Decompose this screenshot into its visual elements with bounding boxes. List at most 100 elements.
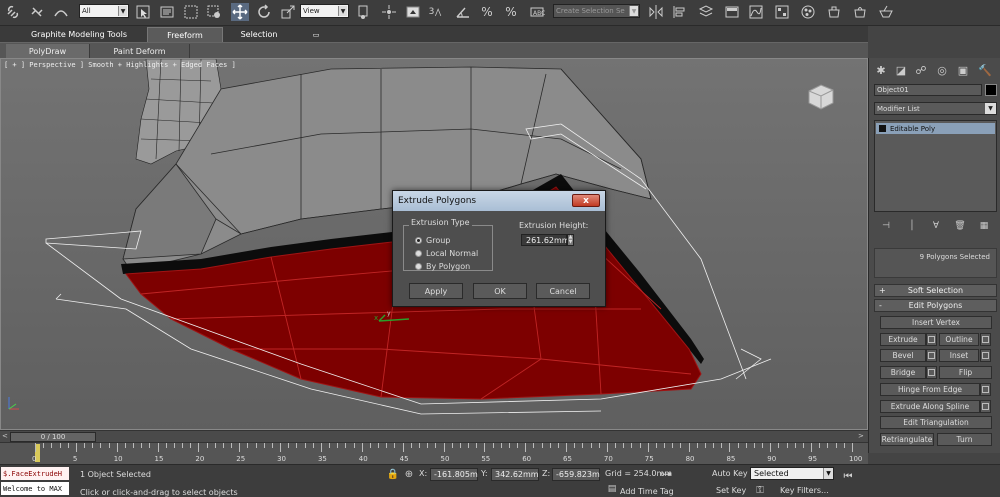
graphite-toggle-icon[interactable] — [723, 3, 741, 21]
unlink-icon[interactable] — [28, 3, 46, 21]
retriangulate-button[interactable]: Retriangulate — [880, 433, 934, 446]
inset-settings-icon[interactable] — [980, 349, 991, 362]
move-icon[interactable] — [231, 3, 249, 21]
select-object-icon[interactable] — [134, 3, 152, 21]
display-tab-icon[interactable]: ▣ — [955, 62, 971, 78]
extrude-settings-icon[interactable] — [926, 333, 937, 346]
bind-spacewarp-icon[interactable] — [52, 3, 70, 21]
absolute-mode-icon[interactable]: ⊕ — [402, 467, 416, 481]
link-icon[interactable] — [4, 3, 22, 21]
create-tab-icon[interactable]: ✱ — [873, 62, 889, 78]
named-selection-dropdown[interactable]: Create Selection Se ▼ — [553, 4, 640, 18]
object-color-swatch[interactable] — [985, 84, 997, 96]
bridge-settings-icon[interactable] — [926, 366, 937, 379]
utilities-tab-icon[interactable]: 🔨 — [977, 62, 993, 78]
set-key-button[interactable]: Set Key — [716, 486, 746, 495]
outline-button[interactable]: Outline — [939, 333, 979, 346]
rotate-icon[interactable] — [255, 3, 273, 21]
align-icon[interactable] — [671, 3, 689, 21]
auto-key-button[interactable]: Auto Key — [712, 469, 748, 478]
turn-button[interactable]: Turn — [937, 433, 992, 446]
apply-button[interactable]: Apply — [409, 283, 463, 299]
trackbar[interactable]: 0 5 10 15 20 25 30 35 40 45 50 55 60 65 70 75 80 85 90 95 10… — [0, 442, 868, 464]
radio-button[interactable] — [415, 250, 422, 257]
tab-freeform[interactable]: Freeform — [147, 27, 223, 42]
prev-frame-icon[interactable]: < — [2, 432, 8, 440]
subtab-paint-deform[interactable]: Paint Deform — [90, 44, 190, 58]
flip-button[interactable]: Flip — [939, 366, 992, 379]
angle-snap-icon[interactable] — [454, 3, 472, 21]
extrude-button[interactable]: Extrude — [880, 333, 926, 346]
y-coordinate-field[interactable]: 342.62mm — [491, 468, 539, 481]
tab-selection[interactable]: Selection — [226, 27, 292, 42]
render-frame-icon[interactable] — [851, 3, 869, 21]
hinge-settings-icon[interactable] — [980, 383, 991, 396]
cancel-button[interactable]: Cancel — [536, 283, 590, 299]
pin-stack-icon[interactable]: ⊣ — [879, 220, 893, 232]
add-time-tag-button[interactable]: Add Time Tag — [620, 487, 674, 496]
tab-graphite-modeling-tools[interactable]: Graphite Modeling Tools — [14, 27, 144, 42]
radio-button[interactable] — [415, 263, 422, 270]
key-icon[interactable]: ⊶ — [656, 467, 676, 481]
remove-modifier-icon[interactable]: 🗑 — [953, 220, 967, 232]
material-editor-icon[interactable] — [799, 3, 817, 21]
radio-local-normal[interactable]: Local Normal — [415, 248, 478, 259]
spinner-icon[interactable]: ▲ ▼ — [567, 234, 574, 246]
select-by-name-icon[interactable] — [158, 3, 176, 21]
next-frame-icon[interactable]: > — [858, 432, 864, 440]
x-coordinate-field[interactable]: -161.805m — [430, 468, 478, 481]
window-crossing-icon[interactable] — [205, 3, 223, 21]
z-coordinate-field[interactable]: -659.823m — [552, 468, 600, 481]
make-unique-icon[interactable]: ∀ — [929, 220, 943, 232]
object-name-field[interactable]: Object01 — [874, 84, 982, 96]
bridge-button[interactable]: Bridge — [880, 366, 926, 379]
time-slider[interactable]: < 0 / 100 > — [0, 430, 868, 442]
rollout-soft-selection[interactable]: + Soft Selection — [874, 284, 997, 297]
rollout-edit-polygons[interactable]: - Edit Polygons — [874, 299, 997, 312]
extrude-along-spline-button[interactable]: Extrude Along Spline — [880, 400, 980, 413]
insert-vertex-button[interactable]: Insert Vertex — [880, 316, 992, 329]
maxscript-macro-line[interactable]: $.FaceExtrudeH — [1, 467, 69, 480]
reference-coord-dropdown[interactable]: View ▼ — [300, 4, 349, 18]
manipulate-icon[interactable] — [380, 3, 398, 21]
radio-button[interactable] — [415, 237, 422, 244]
radio-group[interactable]: Group — [415, 235, 450, 246]
show-end-result-icon[interactable]: │ — [905, 220, 919, 232]
edit-named-sel-icon[interactable]: ABC — [528, 3, 546, 21]
render-icon[interactable] — [877, 3, 895, 21]
modify-tab-icon[interactable]: ◪ — [893, 62, 909, 78]
set-key-icon[interactable]: ⚿ — [752, 483, 768, 497]
spinner-snap-icon[interactable]: % — [502, 3, 520, 21]
ok-button[interactable]: OK — [473, 283, 527, 299]
rect-selection-icon[interactable] — [182, 3, 200, 21]
motion-tab-icon[interactable]: ◎ — [934, 62, 950, 78]
viewport-label[interactable]: [ + ] Perspective ] Smooth + Highlights … — [4, 61, 236, 69]
outline-settings-icon[interactable] — [980, 333, 991, 346]
bulb-icon[interactable] — [879, 125, 886, 132]
mirror-icon[interactable] — [647, 3, 665, 21]
close-button[interactable]: x — [572, 194, 600, 207]
edit-triangulation-button[interactable]: Edit Triangulation — [880, 416, 992, 429]
extrude-spline-settings-icon[interactable] — [980, 400, 991, 413]
stack-item-editable-poly[interactable]: Editable Poly — [876, 123, 995, 134]
configure-sets-icon[interactable]: ▦ — [977, 220, 991, 232]
scale-icon[interactable] — [279, 3, 297, 21]
layer-manager-icon[interactable] — [697, 3, 715, 21]
inset-button[interactable]: Inset — [939, 349, 979, 362]
percent-snap-icon[interactable]: % — [478, 3, 496, 21]
ribbon-collapse-icon[interactable]: ▭ — [308, 27, 324, 42]
pivot-icon[interactable] — [354, 3, 372, 21]
maxscript-input-line[interactable]: Welcome to MAX — [1, 482, 69, 495]
schematic-icon[interactable] — [773, 3, 791, 21]
go-to-start-icon[interactable]: ⏮ — [840, 469, 856, 483]
maxscript-listener[interactable]: $.FaceExtrudeH Welcome to MAX — [0, 465, 70, 497]
bevel-button[interactable]: Bevel — [880, 349, 926, 362]
add-time-tag-icon[interactable]: ▤ — [606, 483, 618, 495]
time-slider-handle[interactable]: 0 / 100 — [10, 432, 96, 442]
key-mode-dropdown[interactable]: Selected ▼ — [750, 467, 834, 480]
subtab-polydraw[interactable]: PolyDraw — [6, 44, 90, 58]
extrusion-height-input[interactable]: 261.62mm — [521, 234, 570, 246]
keyboard-shortcut-icon[interactable] — [404, 3, 422, 21]
render-setup-icon[interactable] — [825, 3, 843, 21]
curve-editor-icon[interactable] — [747, 3, 765, 21]
